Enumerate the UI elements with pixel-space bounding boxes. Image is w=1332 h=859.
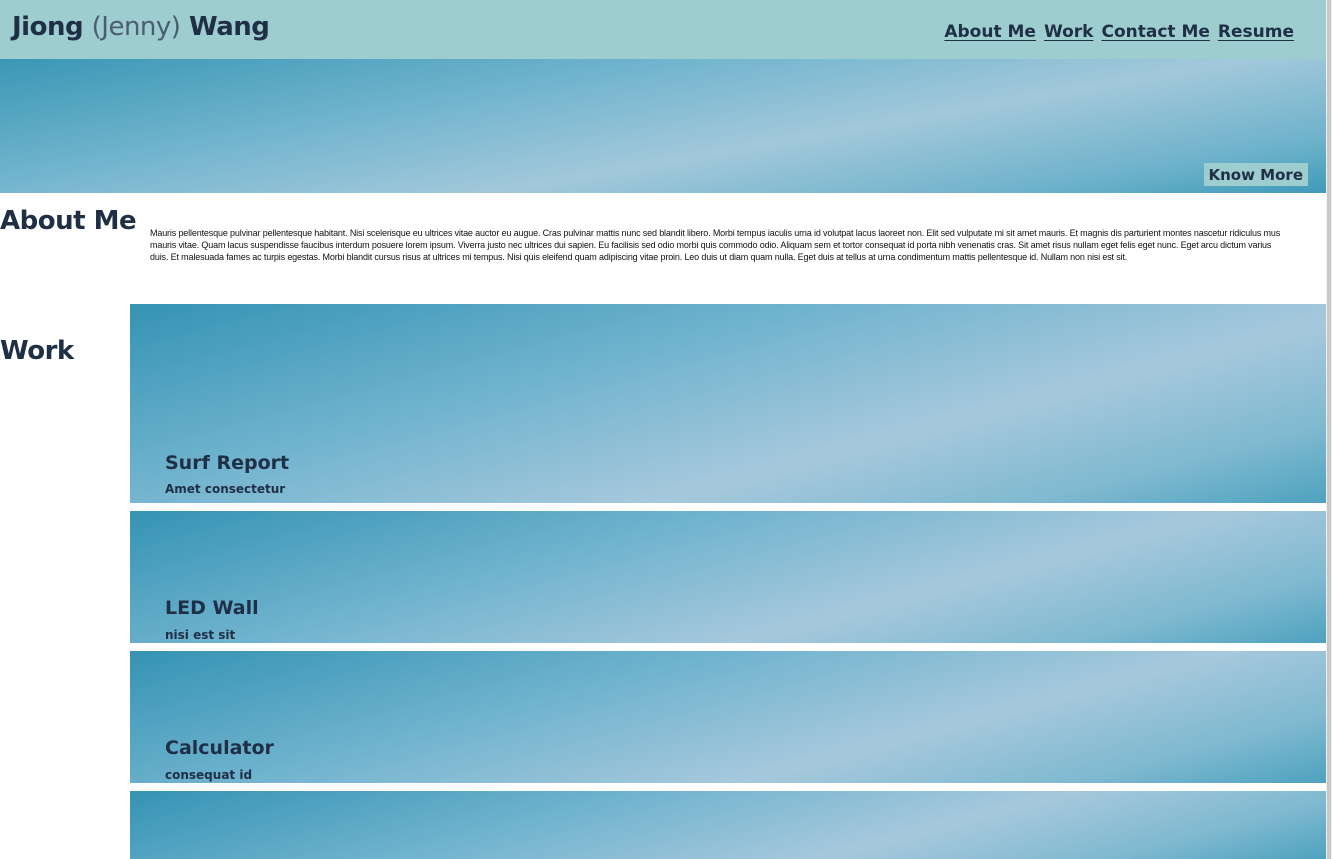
project-card-surf-report[interactable]: Surf Report Amet consectetur (130, 304, 1326, 503)
name-last: Wang (189, 12, 270, 42)
about-text: Mauris pellentesque pulvinar pellentesqu… (150, 228, 1281, 262)
project-subtitle: Amet consectetur (165, 482, 286, 496)
project-title: Calculator (165, 737, 274, 759)
project-card-4[interactable] (130, 791, 1326, 859)
name-first: Jiong (12, 12, 84, 42)
page: Jiong (Jenny) Wang About Me Work Contact… (0, 0, 1326, 859)
scrollbar-thumb[interactable] (1327, 0, 1331, 859)
nav-work[interactable]: Work (1044, 22, 1094, 42)
main-nav: About Me Work Contact Me Resume (944, 22, 1294, 42)
project-title: LED Wall (165, 597, 259, 619)
project-card-calculator[interactable]: Calculator consequat id (130, 651, 1326, 783)
site-header: Jiong (Jenny) Wang About Me Work Contact… (0, 0, 1326, 59)
know-more-button[interactable]: Know More (1203, 163, 1308, 186)
work-heading: Work (0, 336, 74, 366)
project-subtitle: nisi est sit (165, 628, 236, 642)
name-nickname: (Jenny) (91, 12, 181, 42)
project-title: Surf Report (165, 452, 290, 474)
site-title[interactable]: Jiong (Jenny) Wang (12, 12, 270, 42)
nav-about-me[interactable]: About Me (944, 22, 1036, 42)
project-subtitle: consequat id (165, 768, 253, 782)
nav-resume[interactable]: Resume (1218, 22, 1294, 42)
hero-banner: Know More (0, 59, 1326, 193)
nav-contact-me[interactable]: Contact Me (1101, 22, 1209, 42)
about-heading: About Me (0, 206, 137, 236)
project-card-led-wall[interactable]: LED Wall nisi est sit (130, 511, 1326, 643)
